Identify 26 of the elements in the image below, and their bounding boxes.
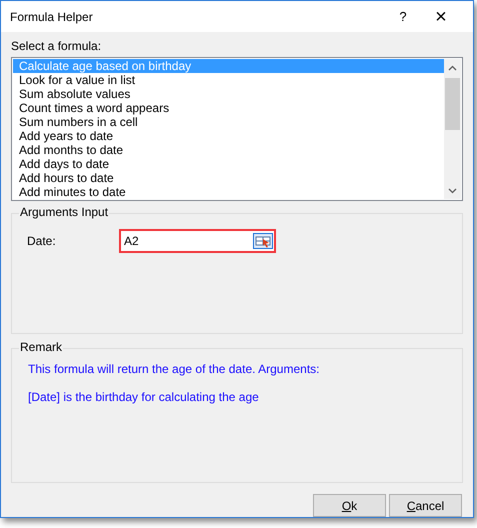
date-field[interactable]: A2 <box>119 229 276 253</box>
scroll-down-icon[interactable] <box>448 188 457 194</box>
help-button[interactable]: ? <box>388 2 418 32</box>
remark-text: This formula will return the age of the date. Arguments: <box>28 361 320 377</box>
cancel-button[interactable]: Cancel <box>389 494 462 517</box>
list-item[interactable]: Look for a value in list <box>13 73 444 87</box>
remark-text: [Date] is the birthday for calculating the age <box>28 389 260 405</box>
list-item[interactable]: Add years to date <box>13 129 444 143</box>
list-item[interactable]: Add months to date <box>13 143 444 157</box>
window-title: Formula Helper <box>10 8 94 26</box>
list-item[interactable]: Add minutes to date <box>13 185 444 199</box>
list-item[interactable]: Count times a word appears <box>13 101 444 115</box>
scroll-up-icon[interactable] <box>448 65 457 71</box>
range-select-icon[interactable] <box>253 233 273 249</box>
field-label: Date: <box>27 233 57 250</box>
list-item[interactable]: Add hours to date <box>13 171 444 185</box>
list-label: Select a formula: <box>11 38 102 55</box>
ok-button[interactable]: Ok <box>313 494 386 517</box>
list-item[interactable]: Sum numbers in a cell <box>13 115 444 129</box>
group-title: Arguments Input <box>19 205 110 220</box>
list-item[interactable]: Sum absolute values <box>13 87 444 101</box>
scrollbar-thumb[interactable] <box>445 78 460 130</box>
formula-list[interactable] <box>11 57 463 201</box>
list-item[interactable]: Add days to date <box>13 157 444 171</box>
scrollbar[interactable] <box>444 59 461 199</box>
close-button[interactable]: × <box>418 2 464 32</box>
